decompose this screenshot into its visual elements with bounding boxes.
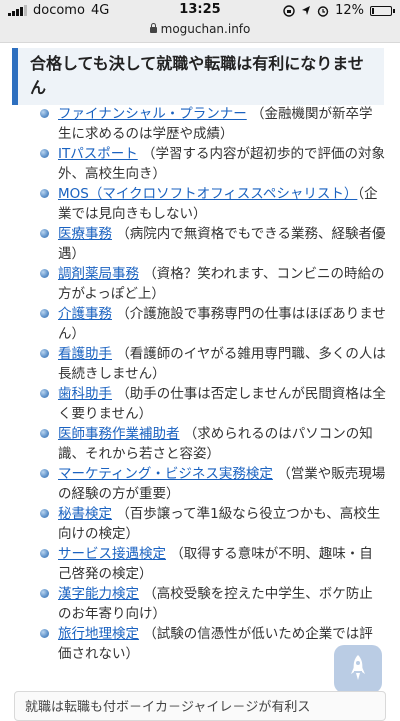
list-item: ITパスポート （学習する内容が超初歩的で評価の対象外、高校生向き） — [0, 144, 400, 184]
list-item: 介護事務 （介護施設で事務専門の仕事はほぼありません） — [0, 304, 400, 344]
list-item: 調剤薬局事務 （資格？笑われます、コンビニの時給の方がよっぽど上） — [0, 264, 400, 304]
bullet-icon — [40, 309, 49, 318]
bullet-icon — [40, 549, 49, 558]
list-item: ファイナンシャル・プランナー （金融機関が新卒学生に求めるのは学歴や成績） — [0, 104, 400, 144]
list-item: 秘書検定 （百歩譲って準1級なら役立つかも、高校生向けの検定） — [0, 504, 400, 544]
item-link[interactable]: サービス接遇検定 — [58, 546, 166, 562]
bullet-icon — [40, 149, 49, 158]
list-item: サービス接遇検定 （取得する意味が不明、趣味・自己啓発の検定） — [0, 544, 400, 584]
bullet-icon — [40, 109, 49, 118]
list-item: 医師事務作業補助者 （求められるのはパソコンの知識、それから若さと容姿） — [0, 424, 400, 464]
item-link[interactable]: 看護助手 — [58, 346, 112, 362]
item-link[interactable]: ITパスポート — [58, 146, 138, 162]
bullet-icon — [40, 429, 49, 438]
bullet-icon — [40, 189, 49, 198]
bullet-icon — [40, 629, 49, 638]
lock-icon — [149, 23, 157, 33]
next-section-box: 就職は転職も付ボ－イカ－ジャイレ－ジが有利ス — [14, 691, 386, 721]
back-to-top-button[interactable] — [334, 645, 382, 693]
bullet-icon — [40, 589, 49, 598]
list-item: マーケティング・ビジネス実務検定 （営業や販売現場の経験の方が重要） — [0, 464, 400, 504]
bullet-icon — [40, 349, 49, 358]
item-link[interactable]: 調剤薬局事務 — [58, 266, 139, 282]
item-link[interactable]: 漢字能力検定 — [58, 586, 139, 602]
rotation-lock-icon — [283, 4, 295, 17]
bullet-icon — [40, 229, 49, 238]
item-link[interactable]: 歯科助手 — [58, 386, 112, 402]
url-text: moguchan.info — [160, 22, 251, 36]
battery-icon — [370, 5, 395, 16]
item-link[interactable]: 秘書検定 — [58, 506, 112, 522]
list-item: 歯科助手 （助手の仕事は否定しませんが民間資格は全く要りません） — [0, 384, 400, 424]
item-link[interactable]: 医療事務 — [58, 226, 112, 242]
bullet-icon — [40, 389, 49, 398]
rocket-icon — [351, 655, 365, 680]
item-link[interactable]: ファイナンシャル・プランナー — [58, 106, 247, 122]
bullet-icon — [40, 509, 49, 518]
bullet-icon — [40, 269, 49, 278]
address-bar[interactable]: moguchan.info — [0, 22, 400, 43]
battery-percent: 12% — [335, 3, 364, 18]
section-heading: 合格しても決して就職や転職は有利になりません — [12, 48, 384, 105]
list-item: 看護助手 （看護師のイヤがる雑用専門職、多くの人は長続きしません） — [0, 344, 400, 384]
certification-list: ファイナンシャル・プランナー （金融機関が新卒学生に求めるのは学歴や成績） IT… — [0, 104, 400, 664]
item-link[interactable]: マーケティング・ビジネス実務検定 — [58, 466, 273, 482]
list-item: MOS（マイクロソフトオフィススペシャリスト）（企業では見向きもしない） — [0, 184, 400, 224]
item-link[interactable]: 介護事務 — [58, 306, 112, 322]
list-item: 医療事務 （病院内で無資格でもできる業務、経験者優遇） — [0, 224, 400, 264]
item-link[interactable]: 旅行地理検定 — [58, 626, 139, 642]
location-icon — [302, 5, 311, 15]
item-link[interactable]: 医師事務作業補助者 — [58, 426, 180, 442]
status-right: 12% — [283, 3, 395, 18]
bullet-icon — [40, 469, 49, 478]
status-bar: docomo 4G 13:25 12% — [0, 0, 400, 22]
item-link[interactable]: MOS（マイクロソフトオフィススペシャリスト） — [58, 186, 357, 202]
alarm-icon — [317, 5, 329, 17]
list-item: 漢字能力検定 （高校受験を控えた中学生、ボケ防止のお年寄り向け） — [0, 584, 400, 624]
